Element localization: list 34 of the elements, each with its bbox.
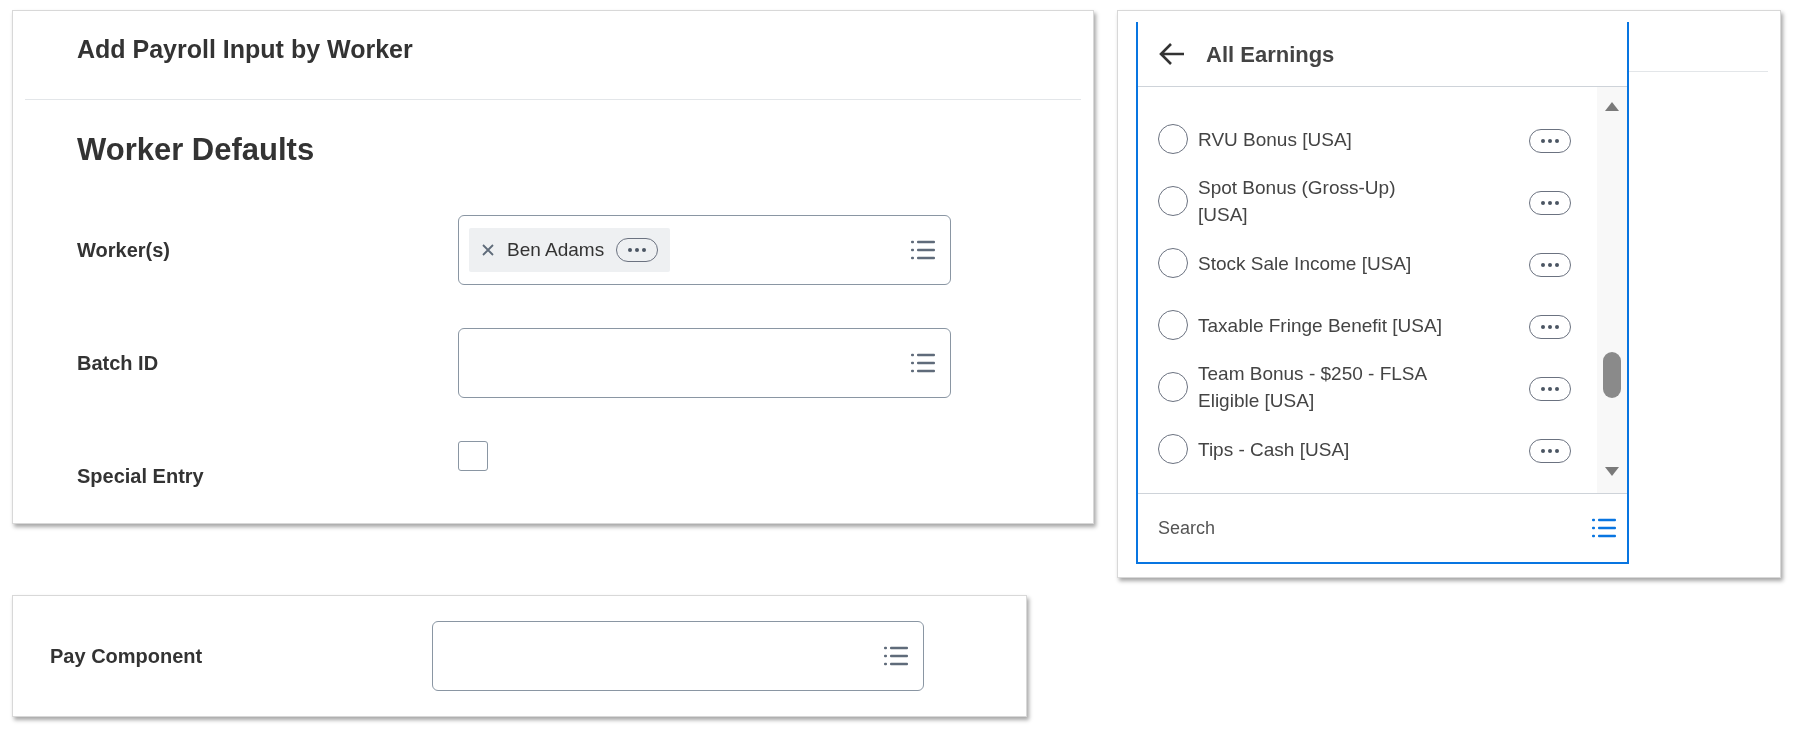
field-label: Pay Component (50, 644, 204, 669)
option-label: Taxable Fringe Benefit [USA] (1198, 313, 1443, 338)
option-label: Spot Bonus (Gross-Up) [USA] (1198, 176, 1397, 227)
option-label: RVU Bonus [USA] (1198, 127, 1353, 152)
remove-icon[interactable] (481, 243, 495, 257)
list-icon[interactable] (1591, 517, 1617, 539)
option-label: Team Bonus - $250 - FLSA Eligible [USA] (1198, 362, 1428, 413)
option-label: Stock Sale Income [USA] (1198, 251, 1413, 276)
checkbox[interactable] (458, 441, 488, 471)
field-label: Special Entry (77, 464, 205, 489)
option-row[interactable]: Team Bonus - $250 - FLSA Eligible [USA] (1158, 357, 1571, 417)
option-row[interactable]: Stock Sale Income [USA] (1158, 233, 1571, 293)
search-field[interactable]: Search (1158, 514, 1591, 542)
dropdown-title: All Earnings (1206, 40, 1335, 69)
section-heading: Worker Defaults (77, 134, 316, 165)
prompt-field[interactable]: Ben Adams (458, 215, 951, 285)
field-label: Worker(s) (77, 238, 171, 263)
list-icon[interactable] (910, 352, 936, 374)
list-icon[interactable] (883, 645, 909, 667)
scroll-down-icon[interactable] (1604, 466, 1620, 477)
list-icon[interactable] (910, 239, 936, 261)
token-label: Ben Adams (507, 237, 605, 262)
option-row[interactable]: Spot Bonus (Gross-Up) [USA] (1158, 171, 1571, 231)
option-label: Tips - Cash [USA] (1198, 437, 1351, 462)
option-row[interactable]: Tips - Cash [USA] (1158, 419, 1571, 479)
back-arrow-icon[interactable] (1158, 41, 1186, 67)
option-row[interactable]: RVU Bonus [USA] (1158, 109, 1571, 169)
prompt-field[interactable] (432, 621, 924, 691)
scroll-up-icon[interactable] (1604, 101, 1620, 112)
field-label: Batch ID (77, 351, 160, 376)
prompt-field[interactable] (458, 328, 951, 398)
page-title: Add Payroll Input by Worker (77, 34, 413, 66)
option-row[interactable]: Taxable Fringe Benefit [USA] (1158, 295, 1571, 355)
scroll-thumb[interactable] (1603, 352, 1621, 398)
